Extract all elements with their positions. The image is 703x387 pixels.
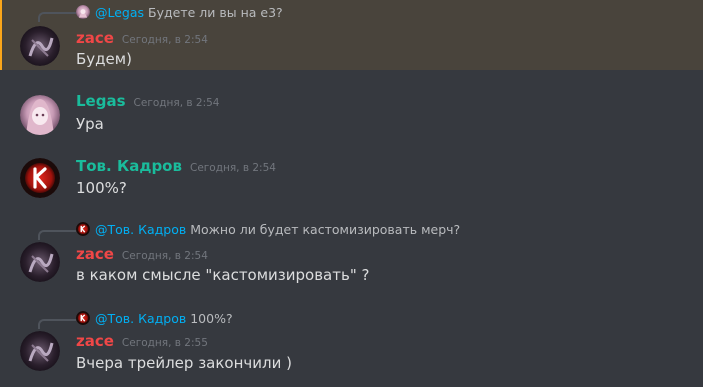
zace-avatar-icon[interactable] [20,26,60,66]
author-name[interactable]: Тов. Кадров [76,157,182,175]
reply-mention[interactable]: @Тов. Кадров [95,311,186,326]
zace-avatar-icon[interactable] [20,331,60,371]
legas-avatar-icon[interactable] [20,95,60,135]
message-content: Вчера трейлер закончили ) [76,354,292,372]
kadrov-avatar-icon[interactable] [20,158,60,198]
zace-avatar-icon[interactable] [20,242,60,282]
reply-mention[interactable]: @Legas [95,5,144,20]
message-4: @Тов. Кадров Можно ли будет кастомизиров… [0,218,703,290]
reply-connector [38,12,76,22]
author-name[interactable]: zace [76,245,114,263]
message-content: Ура [76,115,104,133]
message-2: Legas Сегодня, в 2:54 Ура [0,88,703,138]
message-content: 100%? [76,179,127,197]
legas-avatar-icon [76,5,90,19]
message-3: Тов. Кадров Сегодня, в 2:54 100%? [0,153,703,203]
author-name[interactable]: Legas [76,92,126,110]
kadrov-avatar-icon [76,222,90,236]
timestamp: Сегодня, в 2:54 [121,250,208,262]
reply-preview[interactable]: @Тов. Кадров 100%? [76,309,233,327]
author-name[interactable]: zace [76,332,114,350]
reply-preview[interactable]: @Тов. Кадров Можно ли будет кастомизиров… [76,220,460,238]
timestamp: Сегодня, в 2:54 [133,97,220,109]
reply-text: Можно ли будет кастомизировать мерч? [190,221,461,237]
author-name[interactable]: zace [76,29,114,47]
reply-preview[interactable]: @Legas Будете ли вы на e3? [76,3,283,21]
reply-connector [38,230,76,240]
timestamp: Сегодня, в 2:54 [121,34,208,46]
message-content: в каком смысле "кастомизировать" ? [76,266,370,284]
reply-text: Будете ли вы на e3? [148,4,283,20]
message-5: @Тов. Кадров 100%? zace Сегодня, в 2:55 … [0,307,703,382]
reply-connector [38,319,76,329]
reply-mention[interactable]: @Тов. Кадров [95,222,186,237]
kadrov-avatar-icon [76,311,90,325]
timestamp: Сегодня, в 2:54 [189,162,276,174]
timestamp: Сегодня, в 2:55 [121,337,208,349]
reply-text: 100%? [190,310,233,326]
message-content: Будем) [76,50,132,68]
message-1: @Legas Будете ли вы на e3? zace Сегодня,… [0,0,703,70]
